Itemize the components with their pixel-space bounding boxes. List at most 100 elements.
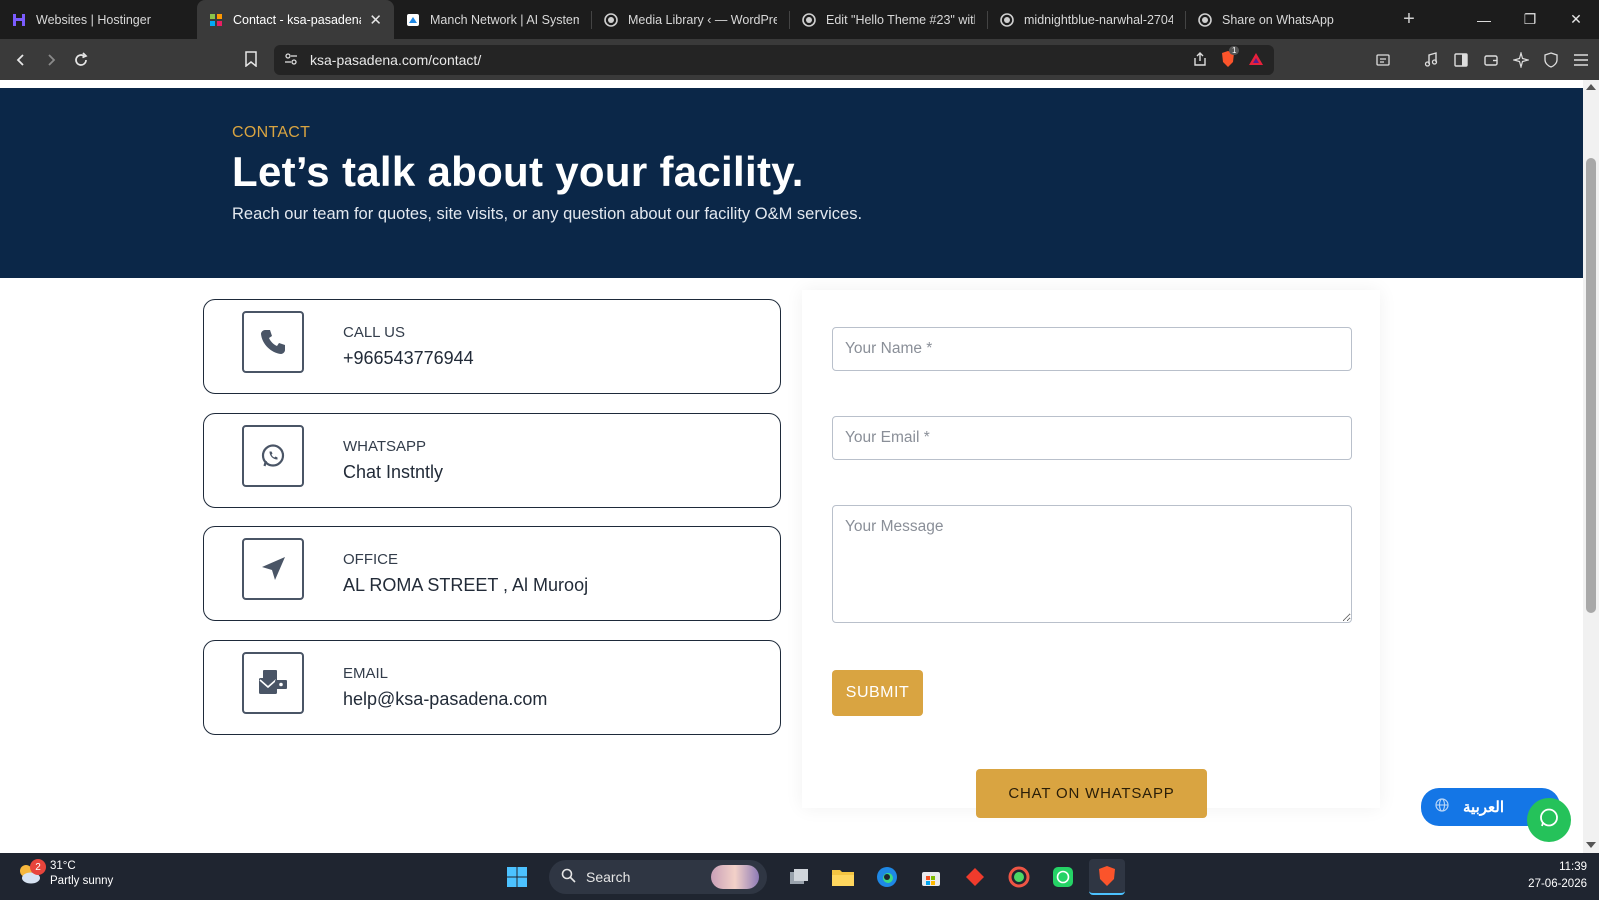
scroll-down-icon[interactable]	[1586, 842, 1596, 848]
site-icon	[406, 13, 420, 27]
weather-widget[interactable]: 2 31°C Partly sunny	[16, 859, 113, 889]
contact-card-office[interactable]: OFFICE AL ROMA STREET , Al Murooj	[203, 526, 781, 621]
weather-temp: 31°C	[50, 860, 76, 872]
site-settings-icon[interactable]	[284, 52, 298, 69]
media-icon[interactable]	[1421, 50, 1441, 70]
scroll-up-icon[interactable]	[1586, 84, 1596, 90]
tab-label: Edit "Hello Theme #23" with	[826, 12, 975, 27]
card-value: Chat Instntly	[343, 462, 444, 482]
whatsapp-icon	[242, 425, 304, 487]
language-label: العربية	[1463, 799, 1504, 816]
card-label: EMAIL	[343, 665, 389, 682]
brave-browser-icon[interactable]	[1089, 859, 1125, 895]
card-label: CALL US	[343, 324, 405, 341]
bookmark-icon[interactable]	[236, 44, 266, 74]
contact-card-email[interactable]: EMAIL help@ksa-pasadena.com	[203, 640, 781, 735]
tab-label: Contact - ksa-pasadena	[233, 12, 362, 27]
taskbar-search[interactable]: Search	[549, 860, 767, 894]
message-field[interactable]	[832, 505, 1352, 623]
file-explorer-icon[interactable]	[825, 859, 861, 895]
name-field[interactable]	[832, 327, 1352, 371]
task-view-icon[interactable]	[781, 859, 817, 895]
chat-on-whatsapp-button[interactable]: CHAT ON WHATSAPP	[976, 769, 1207, 818]
search-label: Search	[586, 869, 631, 885]
phone-icon	[242, 311, 304, 373]
toolbar-extensions	[1373, 45, 1591, 75]
globe-icon	[1435, 798, 1449, 816]
brave-shields-icon[interactable]: 1	[1220, 45, 1240, 71]
contact-hero: CONTACT Let’s talk about your facility. …	[0, 88, 1583, 278]
address-bar-actions: 1	[1192, 45, 1264, 75]
url-text: ksa-pasadena.com/contact/	[310, 52, 482, 68]
tab-contact[interactable]: Contact - ksa-pasadena ✕	[197, 0, 394, 39]
restore-icon[interactable]: ❐	[1507, 0, 1553, 39]
tab-manch[interactable]: Manch Network | AI System	[394, 0, 591, 39]
clock-time: 11:39	[1559, 861, 1587, 873]
search-highlight-image	[711, 865, 759, 889]
browser-tab-bar: Websites | Hostinger Contact - ksa-pasad…	[0, 0, 1599, 39]
tab-share-whatsapp[interactable]: Share on WhatsApp	[1186, 0, 1383, 39]
toolbar-spacer	[1403, 50, 1411, 70]
window-controls: — ❐ ✕	[1461, 0, 1599, 39]
search-icon	[561, 868, 576, 886]
windows-start-icon[interactable]	[499, 859, 535, 895]
windows-taskbar: 2 31°C Partly sunny Search 11:39 27-06-2…	[0, 853, 1599, 900]
tab-hostinger[interactable]: Websites | Hostinger	[0, 0, 197, 39]
leo-ai-icon[interactable]	[1511, 50, 1531, 70]
tab-label: Media Library ‹ — WordPress	[628, 12, 777, 27]
wallet-icon[interactable]	[1481, 50, 1501, 70]
brave-rewards-icon[interactable]	[1248, 52, 1264, 69]
close-window-icon[interactable]: ✕	[1553, 0, 1599, 39]
hostinger-icon	[12, 13, 26, 27]
card-label: OFFICE	[343, 551, 398, 568]
card-value: AL ROMA STREET , Al Murooj	[343, 575, 589, 595]
contact-card-whatsapp[interactable]: WHATSAPP Chat Instntly	[203, 413, 781, 508]
store-icon[interactable]	[913, 859, 949, 895]
contact-card-call[interactable]: CALL US +966543776944	[203, 299, 781, 394]
submit-button[interactable]: SUBMIT	[832, 670, 923, 716]
whatsapp-float-button[interactable]	[1527, 798, 1571, 842]
edge-icon[interactable]	[869, 859, 905, 895]
whatsapp-app-icon[interactable]	[1045, 859, 1081, 895]
contact-form: SUBMIT	[802, 290, 1380, 808]
card-value: help@ksa-pasadena.com	[343, 689, 548, 709]
tab-label: Share on WhatsApp	[1222, 12, 1334, 27]
hero-eyebrow: CONTACT	[232, 124, 311, 141]
tab-label: midnightblue-narwhal-2704	[1024, 12, 1173, 27]
close-tab-icon[interactable]: ✕	[369, 11, 382, 29]
card-label: WHATSAPP	[343, 438, 427, 455]
sidebar-icon[interactable]	[1451, 50, 1471, 70]
wordpress-icon	[1198, 12, 1212, 27]
share-icon[interactable]	[1192, 51, 1208, 70]
location-arrow-icon	[242, 538, 304, 600]
whatsapp-icon	[1538, 807, 1560, 834]
hero-subtitle: Reach our team for quotes, site visits, …	[232, 205, 863, 223]
taskbar-apps: Search	[499, 857, 1125, 897]
address-bar[interactable]: ksa-pasadena.com/contact/ 1	[274, 45, 1274, 75]
wordpress-icon	[1000, 12, 1014, 27]
new-tab-button[interactable]: +	[1391, 8, 1427, 31]
page-scrollbar[interactable]	[1583, 80, 1599, 853]
partly-sunny-icon: 2	[16, 859, 46, 887]
email-field[interactable]	[832, 416, 1352, 460]
minimize-icon[interactable]: —	[1461, 0, 1507, 39]
mail-icon	[242, 652, 304, 714]
taskbar-clock[interactable]: 11:39 27-06-2026	[1528, 859, 1587, 893]
tab-media-library[interactable]: Media Library ‹ — WordPress	[592, 0, 789, 39]
tab-midnightblue[interactable]: midnightblue-narwhal-2704	[988, 0, 1185, 39]
forward-icon[interactable]	[36, 45, 66, 75]
anydesk-icon[interactable]	[957, 859, 993, 895]
vpn-shield-icon[interactable]	[1541, 50, 1561, 70]
wordpress-icon	[802, 12, 816, 27]
color-picker-icon[interactable]	[1001, 859, 1037, 895]
scroll-thumb[interactable]	[1586, 158, 1596, 613]
reader-mode-icon[interactable]	[1373, 50, 1393, 70]
card-value: +966543776944	[343, 348, 474, 368]
reload-icon[interactable]	[66, 45, 96, 75]
back-icon[interactable]	[6, 45, 36, 75]
tab-label: Manch Network | AI System	[430, 12, 579, 27]
shield-count-badge: 1	[1229, 45, 1240, 55]
menu-icon[interactable]	[1571, 50, 1591, 70]
weather-desc: Partly sunny	[50, 875, 114, 887]
tab-edit-theme[interactable]: Edit "Hello Theme #23" with	[790, 0, 987, 39]
